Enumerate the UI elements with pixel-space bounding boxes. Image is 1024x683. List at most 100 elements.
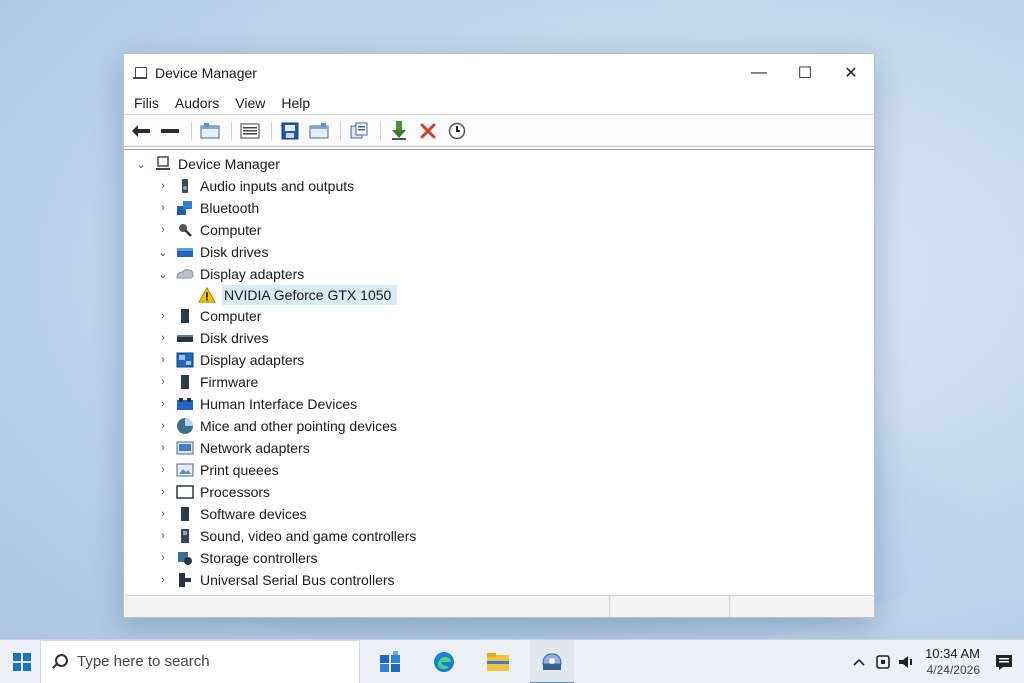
chevron-up-icon[interactable] [847,652,871,672]
chevron-down-icon[interactable]: ⌄ [156,245,170,259]
chevron-right-icon[interactable]: › [156,485,170,499]
tree-item[interactable]: › Sound, video and game controllers [156,525,416,547]
chevron-right-icon[interactable]: › [156,375,170,389]
uninstall-device-icon[interactable] [415,119,441,143]
warning-icon [198,286,216,303]
computer-icon [154,156,172,172]
chevron-down-icon[interactable]: ⌄ [156,267,170,281]
chevron-right-icon[interactable]: › [156,353,170,367]
tree-item[interactable]: › Storage controllers [156,547,317,569]
tree-item[interactable]: › Computer [156,305,261,327]
hid-icon [176,396,194,412]
device-tree[interactable]: ⌄ Device Manager › Audio inputs and outp… [124,149,874,595]
menu-file[interactable]: Filis [134,95,159,111]
scan-hardware-icon[interactable] [346,119,372,143]
tree-root-label: Device Manager [178,156,280,172]
tree-item-label: Disk drives [200,244,269,260]
printer-icon [176,462,194,478]
processor-icon [176,484,194,500]
chevron-right-icon[interactable]: › [156,441,170,455]
clock-time: 10:34 AM [925,646,980,661]
show-hide-tree-icon[interactable] [197,119,223,143]
tree-item[interactable]: › Print queees [156,459,279,481]
disk-icon [176,330,194,346]
maximize-button[interactable]: ☐ [782,54,828,92]
tree-item[interactable]: ⌄ Display adapters [156,263,304,285]
usb-icon [176,572,194,588]
chevron-right-icon[interactable]: › [156,397,170,411]
tree-item[interactable]: › Software devices [156,503,306,525]
tree-item-label: Bluetooth [200,200,260,216]
menu-view[interactable]: View [235,95,265,111]
notifications-icon[interactable] [992,652,1016,672]
tree-item[interactable]: › Display adapters [156,349,304,371]
edge-icon[interactable] [422,640,466,683]
search-placeholder: Type here to search [77,653,210,670]
taskbar-search[interactable]: Type here to search [40,639,360,683]
close-button[interactable]: ✕ [828,54,874,92]
tree-item-label: Display adapters [200,266,305,282]
tree-item[interactable]: › Firmware [156,371,258,393]
status-cell [124,596,610,617]
volume-icon[interactable] [895,652,919,672]
store-icon[interactable] [368,640,412,683]
enable-device-icon[interactable] [386,119,412,143]
tree-item-label: Sound, video and game controllers [200,528,417,544]
taskbar: Type here to search 10:34 AM 4/24/2026 [0,639,1024,683]
disk-icon [176,244,194,260]
toolbar-separator [380,120,381,141]
tree-item[interactable]: › Mice and other pointing devices [156,415,397,437]
windows-logo-icon [13,652,21,661]
device-manager-icon[interactable] [530,640,574,683]
tree-root[interactable]: ⌄ Device Manager [134,153,280,175]
tree-item[interactable]: › Human Interface Devices [156,393,357,415]
network-icon [176,440,194,456]
title-bar[interactable]: Device Manager — ☐ ✕ [124,54,874,92]
tree-item-label: Audio inputs and outputs [200,178,355,194]
chevron-right-icon[interactable]: › [156,573,170,587]
tree-item[interactable]: › Bluetooth [156,197,259,219]
device-manager-window: Device Manager — ☐ ✕ Filis Audors View H… [123,53,875,618]
tree-item-selected[interactable]: NVIDIA Geforce GTX 1050 [198,284,398,306]
help-icon[interactable] [277,119,303,143]
chevron-right-icon[interactable]: › [156,463,170,477]
menu-help[interactable]: Help [281,95,310,111]
update-driver-icon[interactable] [306,119,332,143]
tree-item[interactable]: ⌄ Disk drives [156,241,268,263]
tree-item-label: Network adapters [200,440,310,456]
search-icon [51,653,68,670]
tree-item-label: Computer [200,222,262,238]
chevron-right-icon[interactable]: › [156,179,170,193]
tree-item[interactable]: › Computer [156,219,261,241]
network-tray-icon[interactable] [871,652,895,672]
device-manager-app-icon [133,66,147,80]
tree-item[interactable]: › Disk drives [156,327,268,349]
tree-item-label: Disk drives [200,330,269,346]
chevron-right-icon[interactable]: › [156,309,170,323]
tree-item[interactable]: › Processors [156,481,270,503]
chevron-down-icon[interactable]: ⌄ [134,157,148,171]
chevron-right-icon[interactable]: › [156,507,170,521]
chevron-right-icon[interactable]: › [156,529,170,543]
tree-item[interactable]: › Universal Serial Bus controllers [156,569,394,591]
properties-icon[interactable] [237,119,263,143]
chevron-right-icon[interactable]: › [156,331,170,345]
monitor-icon [176,352,194,368]
menu-action[interactable]: Audors [175,95,219,111]
back-icon[interactable] [128,119,154,143]
file-explorer-icon[interactable] [476,640,520,683]
chevron-right-icon[interactable]: › [156,201,170,215]
chevron-right-icon[interactable]: › [156,419,170,433]
tree-item[interactable]: › Network adapters [156,437,310,459]
chevron-right-icon[interactable]: › [156,223,170,237]
start-button[interactable] [6,646,38,678]
chevron-right-icon[interactable]: › [156,551,170,565]
forward-icon[interactable] [157,119,183,143]
clock[interactable]: 10:34 AM 4/24/2026 [925,645,980,679]
sound-icon [176,528,194,544]
tree-item-label: Print queees [200,462,279,478]
toolbar-separator [231,120,232,141]
rollback-icon[interactable] [444,119,470,143]
tree-item[interactable]: › Audio inputs and outputs [156,175,354,197]
minimize-button[interactable]: — [736,54,782,92]
